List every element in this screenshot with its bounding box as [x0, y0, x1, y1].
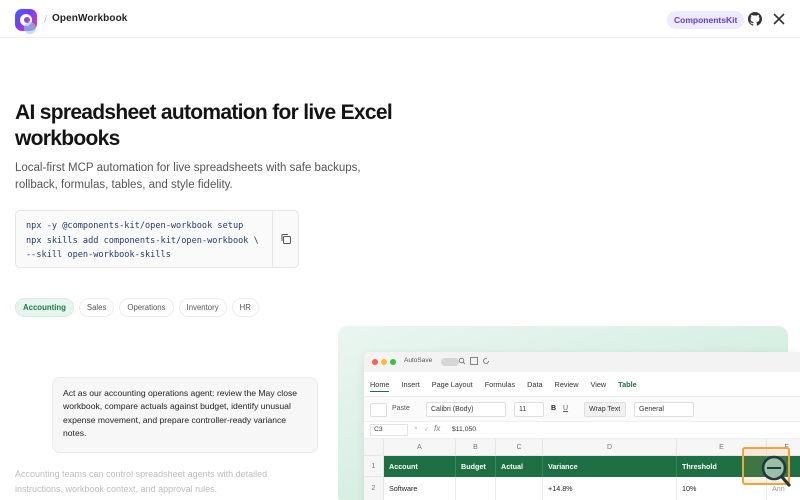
font-family-select[interactable]: Calibri (Body) — [426, 402, 506, 417]
close-window-button[interactable] — [372, 359, 378, 365]
ribbon-tab-view[interactable]: View — [590, 380, 606, 392]
cell-d2[interactable]: +14.8% — [543, 477, 677, 500]
autosave-label: AutoSave — [404, 357, 433, 364]
minimize-window-button[interactable] — [381, 359, 387, 365]
column-header-a[interactable]: A — [384, 439, 456, 456]
magnifier-icon[interactable] — [759, 454, 791, 488]
brand-separator: / — [44, 14, 48, 26]
agent-prompt-card: Act as our accounting operations agent: … — [52, 377, 318, 453]
formula-bar: C3 × ✓ fx $11,050 — [364, 422, 800, 439]
select-all-corner[interactable] — [364, 439, 384, 456]
install-commands: npx -y @components-kit/open-workbook set… — [26, 219, 259, 263]
wrap-text-button[interactable]: Wrap Text — [584, 402, 626, 417]
cancel-formula-icon[interactable]: × — [414, 426, 418, 432]
fx-icon: fx — [434, 424, 441, 433]
install-line-1: npx -y @components-kit/open-workbook set… — [26, 221, 244, 231]
excel-titlebar: AutoSave — [364, 352, 800, 372]
header-cell-actual[interactable]: Actual — [496, 456, 543, 477]
ribbon-tab-page-layout[interactable]: Page Layout — [432, 380, 473, 392]
ribbon-tab-table[interactable]: Table — [618, 380, 637, 392]
confirm-formula-icon[interactable]: ✓ — [424, 426, 429, 433]
autosave-toggle[interactable] — [441, 358, 459, 366]
maximize-window-button[interactable] — [390, 359, 396, 365]
tab-operations[interactable]: Operations — [119, 298, 174, 317]
hero-title: AI spreadsheet automation for live Excel… — [15, 101, 393, 150]
install-line-2: npx skills add components-kit/open-workb… — [26, 235, 259, 246]
header-cell-variance[interactable]: Variance — [543, 456, 677, 477]
site-header: / OpenWorkbook ComponentsKit — [0, 0, 800, 38]
underline-button[interactable]: U — [563, 405, 568, 412]
cell-c2[interactable] — [496, 477, 543, 500]
tab-sales[interactable]: Sales — [78, 298, 115, 317]
search-small-icon[interactable] — [458, 357, 466, 365]
tab-hr[interactable]: HR — [231, 298, 259, 317]
install-code-block: npx -y @components-kit/open-workbook set… — [15, 210, 299, 268]
paste-icon[interactable] — [370, 403, 387, 417]
industry-tabs: Accounting Sales Operations Inventory HR — [15, 298, 259, 317]
hero-subtitle: Local-first MCP automation for live spre… — [15, 162, 361, 191]
cell-reference-box[interactable]: C3 — [370, 424, 408, 436]
cell-a2[interactable]: Software — [384, 477, 456, 500]
number-format-select[interactable]: General — [634, 402, 694, 417]
brand-name[interactable]: OpenWorkbook — [52, 13, 127, 24]
x-twitter-icon[interactable] — [773, 13, 785, 25]
column-header-b[interactable]: B — [456, 439, 496, 456]
ribbon-tab-home[interactable]: Home — [370, 380, 390, 392]
column-header-d[interactable]: D — [543, 439, 677, 456]
row-header-1[interactable]: 1 — [364, 456, 384, 477]
install-line-3: --skill open-workbook-skills — [26, 250, 171, 260]
tab-inventory[interactable]: Inventory — [178, 298, 227, 317]
font-size-select[interactable]: 11 — [514, 402, 544, 417]
excel-window: AutoSave Home Insert Page Layout Formula… — [364, 352, 800, 500]
bold-button[interactable]: B — [551, 405, 556, 412]
ribbon-tabs: Home Insert Page Layout Formulas Data Re… — [370, 380, 637, 392]
ribbon-toolbar: Paste Calibri (Body) 11 B U Wrap Text Ge… — [364, 396, 800, 422]
ribbon-tab-insert[interactable]: Insert — [401, 380, 419, 392]
tab-accounting[interactable]: Accounting — [15, 298, 74, 317]
column-header-c[interactable]: C — [496, 439, 543, 456]
components-kit-badge[interactable]: ComponentsKit — [667, 11, 745, 29]
save-icon[interactable] — [470, 357, 478, 365]
copy-icon[interactable] — [280, 233, 292, 245]
ribbon-tab-review[interactable]: Review — [555, 380, 579, 392]
ribbon-tab-formulas[interactable]: Formulas — [485, 380, 515, 392]
cell-b2[interactable] — [456, 477, 496, 500]
code-divider — [272, 211, 273, 267]
github-icon[interactable] — [748, 12, 762, 26]
undo-icon[interactable] — [482, 357, 490, 365]
header-cell-account[interactable]: Account — [384, 456, 456, 477]
header-cell-budget[interactable]: Budget — [456, 456, 496, 477]
ribbon-tab-data[interactable]: Data — [527, 380, 542, 392]
formula-input[interactable]: $11,050 — [452, 426, 476, 433]
paste-button[interactable]: Paste — [392, 405, 410, 412]
accounting-note: Accounting teams can control spreadsheet… — [15, 469, 268, 494]
row-header-2[interactable]: 2 — [364, 477, 384, 500]
logo-accent — [24, 22, 36, 34]
